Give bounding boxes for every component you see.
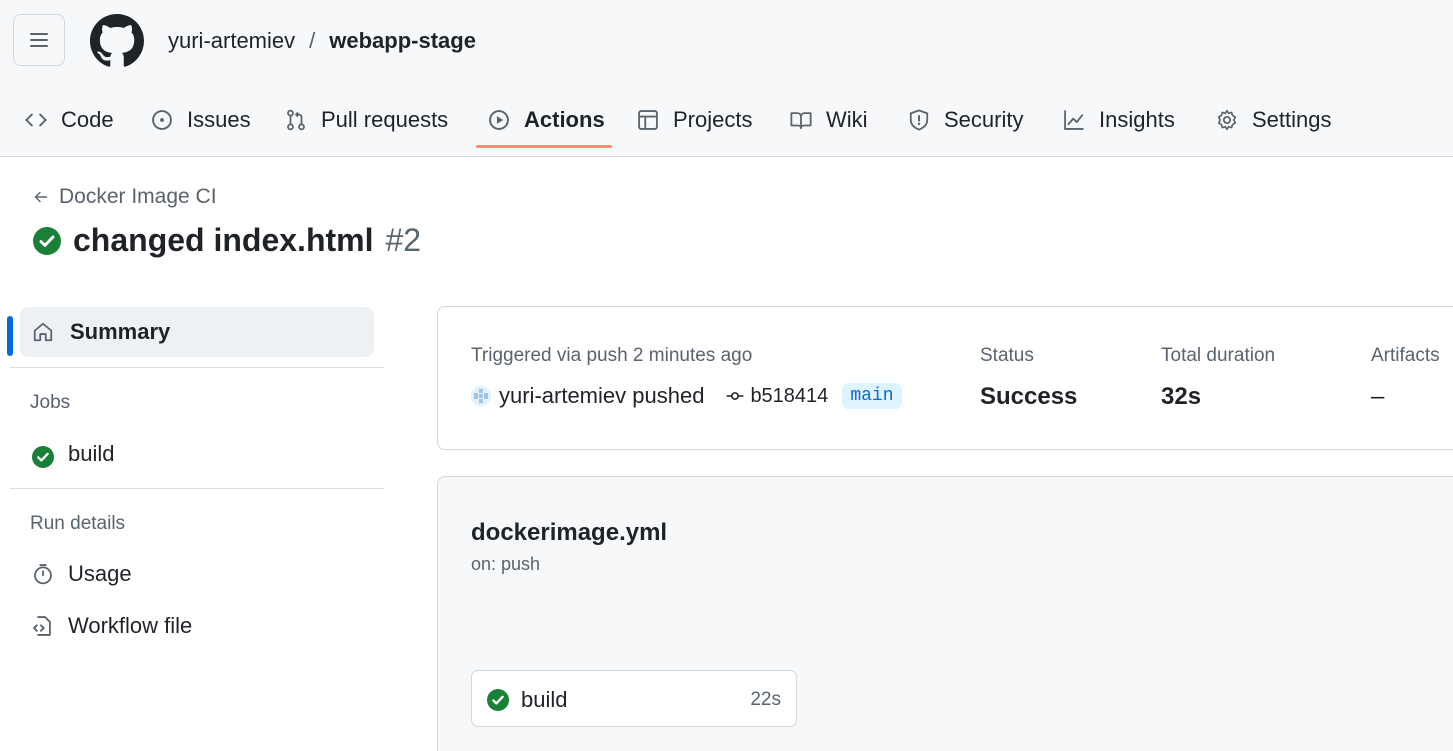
tab-actions[interactable]: Actions [488,88,605,152]
job-node-build[interactable]: build 22s [471,670,797,727]
sidebar-item-job-build[interactable]: build [32,440,114,468]
status-value: Success [980,383,1078,410]
repo-header: yuri-artemiev / webapp-stage Code Issues… [0,0,1453,157]
tab-label: Pull requests [321,107,449,132]
play-icon [489,110,509,130]
run-name: changed index.html [73,222,374,258]
gear-icon [1217,109,1237,131]
tab-label: Wiki [826,107,868,132]
tab-security[interactable]: Security [908,88,1023,152]
sidebar-heading-run-details: Run details [30,513,126,534]
trigger-description: Triggered via push 2 minutes ago [471,345,753,366]
git-commit-icon [727,392,744,400]
tab-projects[interactable]: Projects [637,88,752,152]
file-code-icon [33,616,51,636]
book-icon [790,112,812,130]
tab-label: Projects [673,107,753,132]
workflow-trigger: on: push [471,554,541,574]
job-name: build [521,687,568,712]
workflow-file-name: dockerimage.yml [471,519,668,546]
code-icon [25,113,47,127]
graph-icon [1064,110,1084,130]
sidebar-item-label: build [68,441,115,466]
tab-label: Issues [187,107,251,132]
repo-name-link[interactable]: webapp-stage [329,28,476,54]
breadcrumb-separator: / [309,28,316,53]
actor-link[interactable]: yuri-artemiev pushed [499,383,704,409]
status-label: Status [980,345,1034,366]
active-tab-indicator [476,145,612,148]
commit-link[interactable]: b518414 [726,385,828,408]
branch-label[interactable]: main [842,383,902,409]
git-pull-request-icon [287,109,305,131]
sidebar-divider [10,488,384,489]
sidebar-item-usage[interactable]: Usage [32,561,132,587]
sidebar-item-workflow-file[interactable]: Workflow file [32,613,192,639]
job-duration: 22s [750,689,781,710]
sidebar-divider [10,367,384,368]
repo-breadcrumb: yuri-artemiev / webapp-stage [168,28,476,54]
arrow-left-icon [34,191,48,203]
trigger-details: yuri-artemiev pushed b518414 main [471,383,902,409]
tab-label: Security [944,107,1024,132]
repo-owner-link[interactable]: yuri-artemiev [168,28,295,54]
run-title: changed index.html #2 [33,222,421,259]
github-logo-icon[interactable] [90,14,144,68]
tab-pull-requests[interactable]: Pull requests [285,88,448,152]
home-icon [33,322,53,342]
commit-sha: b518414 [750,384,829,407]
sidebar-heading-jobs: Jobs [30,392,71,413]
check-circle-fill-icon [33,226,61,255]
tab-label: Settings [1252,107,1332,132]
sidebar-item-label: Usage [68,561,132,586]
table-icon [638,110,658,130]
tab-label: Insights [1099,107,1175,132]
global-menu-button[interactable] [13,14,65,66]
sidebar-active-indicator [7,316,13,356]
run-number: #2 [385,222,422,258]
workflow-graph-card: dockerimage.yml on: push build 22s [437,476,1453,751]
duration-value: 32s [1161,383,1202,410]
tab-label: Actions [524,107,605,132]
check-circle-fill-icon [487,689,509,711]
stopwatch-icon [34,564,52,585]
run-summary-card: Triggered via push 2 minutes ago yuri-ar… [437,306,1453,450]
duration-label: Total duration [1161,345,1276,366]
sidebar-item-summary[interactable]: Summary [20,307,374,357]
hamburger-icon [30,33,48,47]
tab-code[interactable]: Code [25,88,114,152]
sidebar-item-label: Summary [70,319,171,344]
repo-nav-tabs: Code Issues Pull requests Actions Projec… [0,88,1453,156]
avatar[interactable] [471,386,491,406]
tab-label: Code [61,107,114,132]
tab-settings[interactable]: Settings [1216,88,1332,152]
artifacts-value: – [1371,383,1385,410]
workflow-back-link[interactable]: Docker Image CI [33,185,217,209]
identicon-icon [474,389,488,403]
tab-issues[interactable]: Issues [151,88,251,152]
issue-opened-icon [152,110,172,130]
workflow-name: Docker Image CI [59,185,217,208]
check-circle-fill-icon [32,446,54,468]
tab-insights[interactable]: Insights [1063,88,1175,152]
shield-icon [909,109,929,131]
sidebar-item-label: Workflow file [68,613,193,638]
artifacts-label: Artifacts [1371,345,1440,366]
tab-wiki[interactable]: Wiki [790,88,868,152]
